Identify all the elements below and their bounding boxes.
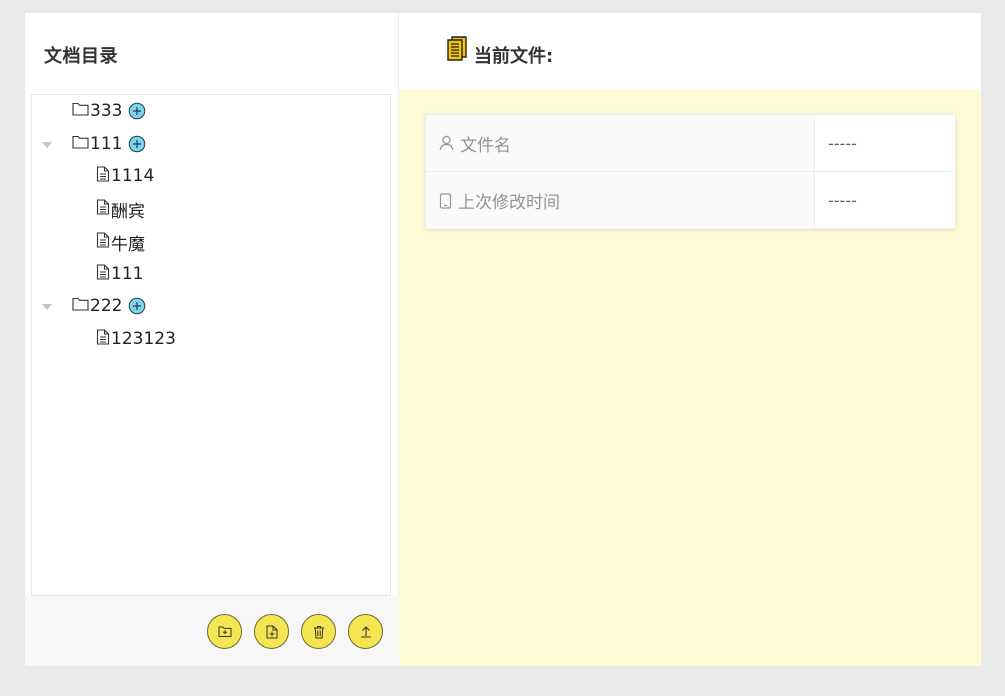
modified-time-value: ----- bbox=[828, 191, 857, 210]
modified-time-label-cell: 上次修改时间 bbox=[426, 172, 815, 229]
tree-node-label: 123123 bbox=[111, 329, 176, 349]
tree-node-label: 111 bbox=[111, 264, 144, 284]
tree-node-file[interactable]: 123123 bbox=[96, 324, 176, 354]
delete-button[interactable] bbox=[301, 614, 336, 649]
sidebar: 文档目录 333 111 1114 酬宾 牛魔 111 222 123123 bbox=[25, 13, 399, 666]
modified-time-row: 上次修改时间 ----- bbox=[426, 172, 955, 229]
sidebar-toolbar bbox=[25, 596, 399, 666]
tree-node-file[interactable]: 111 bbox=[96, 259, 143, 289]
new-folder-button[interactable] bbox=[207, 614, 242, 649]
user-icon bbox=[439, 135, 454, 151]
tree-node-folder[interactable]: 333 bbox=[72, 96, 146, 126]
folder-icon bbox=[72, 134, 89, 154]
expand-caret-icon[interactable] bbox=[42, 142, 52, 148]
add-item-icon[interactable] bbox=[128, 135, 146, 153]
upload-button[interactable] bbox=[348, 614, 383, 649]
tree-node-label: 1114 bbox=[111, 166, 155, 186]
trash-icon bbox=[313, 625, 324, 638]
new-file-icon bbox=[266, 625, 277, 638]
new-folder-icon bbox=[218, 626, 231, 637]
file-icon bbox=[96, 165, 110, 187]
document-icon bbox=[446, 36, 468, 65]
folder-icon bbox=[72, 296, 89, 316]
new-file-button[interactable] bbox=[254, 614, 289, 649]
upload-icon bbox=[360, 626, 371, 638]
file-name-label-cell: 文件名 bbox=[426, 115, 815, 171]
mobile-phone-icon bbox=[439, 192, 452, 209]
add-item-icon[interactable] bbox=[128, 102, 146, 120]
tree-node-file[interactable]: 酬宾 bbox=[96, 194, 145, 224]
tree-node-file[interactable]: 牛魔 bbox=[96, 227, 145, 257]
sidebar-title: 文档目录 bbox=[44, 46, 118, 67]
add-item-icon[interactable] bbox=[128, 297, 146, 315]
file-icon bbox=[96, 263, 110, 285]
file-name-value: ----- bbox=[828, 133, 857, 153]
file-info-table: 文件名 ----- 上次修改时间 ----- bbox=[425, 114, 956, 229]
tree-node-label: 333 bbox=[90, 101, 123, 121]
tree-node-folder[interactable]: 111 bbox=[72, 129, 146, 159]
page-title: 当前文件: bbox=[474, 46, 554, 67]
tree-node-folder[interactable]: 222 bbox=[72, 291, 146, 321]
expand-caret-icon[interactable] bbox=[42, 304, 52, 310]
file-icon bbox=[96, 198, 110, 220]
file-name-label: 文件名 bbox=[460, 135, 511, 156]
document-tree: 333 111 1114 酬宾 牛魔 111 222 123123 bbox=[31, 94, 391, 596]
modified-time-label: 上次修改时间 bbox=[458, 193, 560, 213]
file-icon bbox=[96, 328, 110, 350]
tree-node-file[interactable]: 1114 bbox=[96, 161, 154, 191]
folder-icon bbox=[72, 101, 89, 121]
file-name-row: 文件名 ----- bbox=[426, 115, 955, 172]
tree-node-label: 111 bbox=[90, 134, 123, 154]
tree-node-label: 酬宾 bbox=[111, 201, 145, 222]
file-icon bbox=[96, 231, 110, 253]
app-window: 文档目录 333 111 1114 酬宾 牛魔 111 222 123123 当… bbox=[25, 13, 981, 666]
tree-node-label: 222 bbox=[90, 296, 123, 316]
tree-node-label: 牛魔 bbox=[111, 234, 145, 255]
main-header: 当前文件: bbox=[399, 13, 981, 89]
main-panel: 当前文件: 文件名 ----- 上次修改时间 ----- bbox=[399, 13, 981, 666]
